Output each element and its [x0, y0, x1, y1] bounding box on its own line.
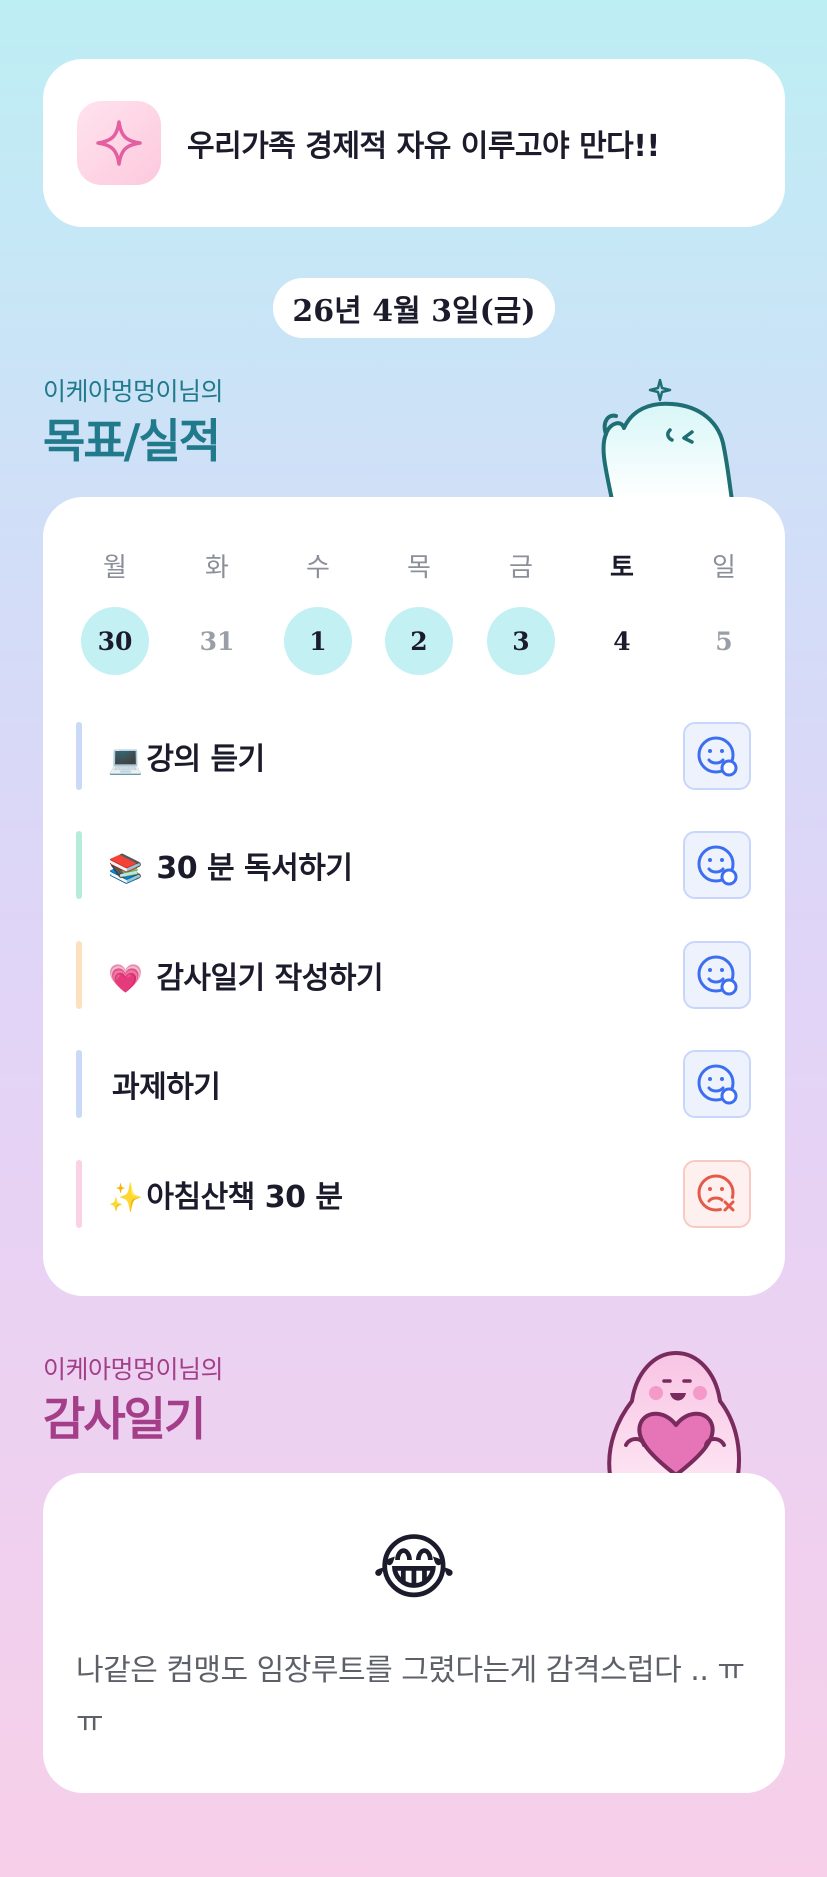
task-text: 강의 듣기: [146, 742, 265, 777]
task-text: 30 분 독서하기: [146, 851, 353, 886]
weekday-wed: 수: [306, 553, 330, 583]
day-cell[interactable]: 1: [284, 607, 352, 675]
task-text: 감사일기 작성하기: [146, 961, 384, 996]
day-cell[interactable]: 30: [81, 607, 149, 675]
mascot-heart-illustration: [607, 1351, 741, 1475]
gratitude-card[interactable]: 😂 나같은 컴맹도 임장루트를 그렸다는게 감격스럽다 .. ㅠㅠ: [43, 1473, 785, 1793]
task-row[interactable]: 💻 강의 듣기: [76, 721, 751, 791]
task-text: 과제하기: [112, 1070, 221, 1105]
weekday-header: 월 화 수 목 금 토 일: [43, 547, 785, 587]
goals-subtitle: 이케아멍멍이님의: [43, 377, 224, 406]
task-text: 아침산책 30 분: [146, 1180, 343, 1215]
date-pill[interactable]: 26년 4월 3일(금): [273, 278, 555, 338]
task-row[interactable]: 📚 30 분 독서하기: [76, 830, 751, 900]
goals-card: 월 화 수 목 금 토 일 30 31 1 2 3 4 5 💻 강의 듣기 📚 3…: [43, 497, 785, 1296]
smile-icon[interactable]: [683, 722, 751, 790]
weekday-tue: 화: [205, 553, 229, 583]
gratitude-subtitle: 이케아멍멍이님의: [43, 1355, 224, 1384]
motto-card[interactable]: 우리가족 경제적 자유 이루고야 만다!!: [43, 59, 785, 227]
motto-text: 우리가족 경제적 자유 이루고야 만다!!: [187, 129, 660, 164]
task-row[interactable]: ✨ 아침산책 30 분: [76, 1159, 751, 1229]
gratitude-text: 나같은 컴맹도 임장루트를 그렸다는게 감격스럽다 .. ㅠㅠ: [76, 1653, 745, 1740]
gratitude-title: 감사일기: [43, 1392, 206, 1446]
smile-icon[interactable]: [683, 1050, 751, 1118]
task-label: ✨ 아침산책 30 분: [108, 1172, 683, 1216]
task-label: 과제하기: [108, 1062, 683, 1106]
task-color-bar: [76, 1050, 82, 1118]
task-label: 💻 강의 듣기: [108, 734, 683, 778]
mood-emoji: 😂: [371, 1525, 457, 1609]
task-emoji: 💗: [108, 962, 143, 995]
smile-icon[interactable]: [683, 831, 751, 899]
frown-icon[interactable]: [683, 1160, 751, 1228]
task-color-bar: [76, 941, 82, 1009]
weekday-mon: 월: [103, 553, 127, 583]
day-cell[interactable]: 5: [690, 607, 758, 675]
weekday-thu: 목: [407, 553, 431, 583]
weekday-sun: 일: [712, 553, 736, 583]
smile-icon[interactable]: [683, 941, 751, 1009]
task-row[interactable]: 과제하기: [76, 1049, 751, 1119]
day-cell[interactable]: 4: [588, 607, 656, 675]
weekday-fri: 금: [509, 553, 533, 583]
task-emoji: ✨: [108, 1181, 143, 1214]
mascot-ghost-illustration: [601, 378, 734, 500]
task-emoji: 💻: [108, 743, 143, 776]
day-cell[interactable]: 2: [385, 607, 453, 675]
sparkle-icon: [77, 101, 161, 185]
task-emoji: 📚: [108, 852, 143, 885]
goals-title: 목표/실적: [43, 414, 221, 468]
task-color-bar: [76, 1160, 82, 1228]
day-cell[interactable]: 31: [183, 607, 251, 675]
task-label: 📚 30 분 독서하기: [108, 843, 683, 887]
week-days: 30 31 1 2 3 4 5: [43, 607, 785, 675]
weekday-sat: 토: [610, 553, 634, 583]
day-cell[interactable]: 3: [487, 607, 555, 675]
task-color-bar: [76, 722, 82, 790]
task-row[interactable]: 💗 감사일기 작성하기: [76, 940, 751, 1010]
task-label: 💗 감사일기 작성하기: [108, 953, 683, 997]
task-color-bar: [76, 831, 82, 899]
